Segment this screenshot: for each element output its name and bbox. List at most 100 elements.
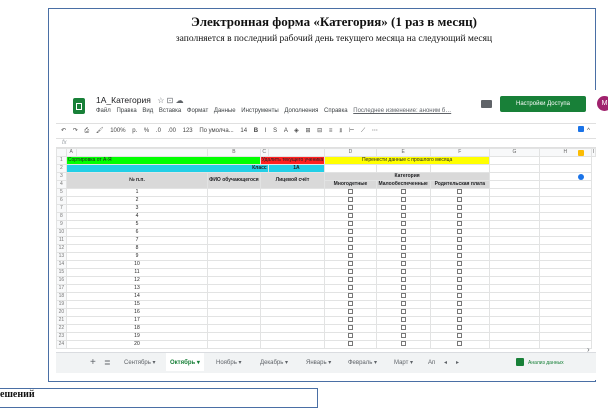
menu-edit[interactable]: Правка (116, 108, 136, 114)
account-cell[interactable] (259, 196, 326, 205)
checkbox-icon[interactable] (347, 261, 353, 267)
account-cell[interactable] (259, 284, 326, 293)
cell[interactable] (538, 188, 592, 197)
redo-icon[interactable]: ↷ (73, 128, 78, 134)
student-number[interactable]: 14 (65, 292, 209, 301)
student-name-cell[interactable] (207, 268, 261, 277)
share-button[interactable]: Настройки Доступа (500, 96, 586, 112)
student-number[interactable]: 7 (65, 236, 209, 245)
row-number[interactable]: 13 (56, 252, 67, 261)
rotate-icon[interactable]: ⟋ (361, 128, 365, 134)
tab-noyabr[interactable]: Ноябрь ▾ (212, 353, 246, 373)
checkbox-icon[interactable] (400, 221, 406, 227)
column-header[interactable]: B (207, 148, 261, 157)
tab-sentyabr[interactable]: Сентябрь ▾ (120, 353, 160, 373)
student-number[interactable]: 5 (65, 220, 209, 229)
checkbox-icon[interactable] (347, 293, 353, 299)
explore-label[interactable]: Анализ данных (528, 353, 564, 373)
checkbox-icon[interactable] (347, 213, 353, 219)
cell[interactable] (489, 244, 540, 253)
student-name-cell[interactable] (207, 212, 261, 221)
cell[interactable] (489, 268, 540, 277)
checkbox-icon[interactable] (400, 301, 406, 307)
cell[interactable] (538, 284, 592, 293)
student-number[interactable]: 16 (65, 308, 209, 317)
cell[interactable] (538, 276, 592, 285)
account-cell[interactable] (259, 276, 326, 285)
star-icon[interactable]: ☆ ⊡ ☁ (157, 96, 183, 105)
cell[interactable] (489, 212, 540, 221)
sort-button[interactable]: Сортировка от А-Я (65, 156, 261, 165)
cell[interactable] (489, 228, 540, 237)
menu-addons[interactable]: Дополнения (284, 108, 318, 114)
student-number[interactable]: 18 (65, 324, 209, 333)
font-size-select[interactable]: 14 (240, 128, 247, 134)
row-number[interactable]: 14 (56, 260, 67, 269)
checkbox-icon[interactable] (347, 333, 353, 339)
more-icon[interactable]: ⋯ (372, 128, 378, 134)
checkbox-icon[interactable] (347, 229, 353, 235)
row-number[interactable]: 19 (56, 300, 67, 309)
student-number[interactable]: 8 (65, 244, 209, 253)
menu-data[interactable]: Данные (214, 108, 236, 114)
checkbox-icon[interactable] (457, 229, 463, 235)
calendar-icon[interactable] (578, 126, 584, 132)
last-edit-link[interactable]: Последнее изменение: аноним б… (353, 108, 451, 114)
avatar[interactable]: M (597, 96, 608, 111)
menu-insert[interactable]: Вставка (159, 108, 181, 114)
checkbox-icon[interactable] (347, 309, 353, 315)
checkbox-icon[interactable] (400, 309, 406, 315)
column-header[interactable] (75, 148, 209, 157)
student-name-cell[interactable] (207, 340, 261, 349)
cell[interactable] (429, 164, 491, 173)
row-number[interactable]: 17 (56, 284, 67, 293)
collapse-icon[interactable]: ^ (587, 124, 590, 138)
row-number[interactable]: 24 (56, 340, 67, 349)
corner-cell[interactable] (56, 148, 67, 157)
delete-student-button[interactable]: Удалить текущего ученика (259, 156, 326, 165)
checkbox-icon[interactable] (457, 277, 463, 283)
cell[interactable] (489, 300, 540, 309)
undo-icon[interactable]: ↶ (61, 128, 66, 134)
student-name-cell[interactable] (207, 292, 261, 301)
checkbox-icon[interactable] (347, 253, 353, 259)
checkbox-icon[interactable] (400, 205, 406, 211)
column-header[interactable]: A (65, 148, 77, 157)
currency-button[interactable]: р. (132, 128, 137, 134)
cell[interactable] (489, 292, 540, 301)
tabs-prev-icon[interactable]: ◂ (440, 353, 451, 373)
cell[interactable] (489, 180, 540, 189)
wrap-icon[interactable]: ⊢ (349, 128, 354, 134)
student-name-cell[interactable] (207, 244, 261, 253)
row-number[interactable]: 12 (56, 244, 67, 253)
student-number[interactable]: 1 (65, 188, 209, 197)
row-number[interactable]: 7 (56, 204, 67, 213)
cell[interactable] (489, 164, 540, 173)
row-number[interactable]: 5 (56, 188, 67, 197)
sheets-logo-icon[interactable] (73, 98, 85, 114)
cell[interactable] (538, 220, 592, 229)
borders-icon[interactable]: ⊞ (305, 128, 310, 134)
menu-help[interactable]: Справка (324, 108, 348, 114)
checkbox-icon[interactable] (457, 237, 463, 243)
checkbox-icon[interactable] (347, 341, 353, 347)
tab-oktyabr[interactable]: Октябрь ▾ (166, 353, 204, 371)
cell[interactable] (489, 156, 540, 165)
student-name-cell[interactable] (207, 188, 261, 197)
account-cell[interactable] (259, 220, 326, 229)
checkbox-icon[interactable] (457, 197, 463, 203)
student-name-cell[interactable] (207, 316, 261, 325)
fill-color-icon[interactable]: ◈ (294, 128, 299, 134)
cell[interactable] (489, 204, 540, 213)
checkbox-icon[interactable] (347, 221, 353, 227)
cell[interactable] (538, 204, 592, 213)
student-number[interactable]: 10 (65, 260, 209, 269)
cell[interactable] (538, 228, 592, 237)
student-name-cell[interactable] (207, 220, 261, 229)
student-name-cell[interactable] (207, 300, 261, 309)
student-number[interactable]: 3 (65, 204, 209, 213)
valign-icon[interactable]: ⫫ (339, 128, 342, 134)
cell[interactable] (538, 316, 592, 325)
row-number[interactable]: 15 (56, 268, 67, 277)
checkbox-icon[interactable] (457, 189, 463, 195)
